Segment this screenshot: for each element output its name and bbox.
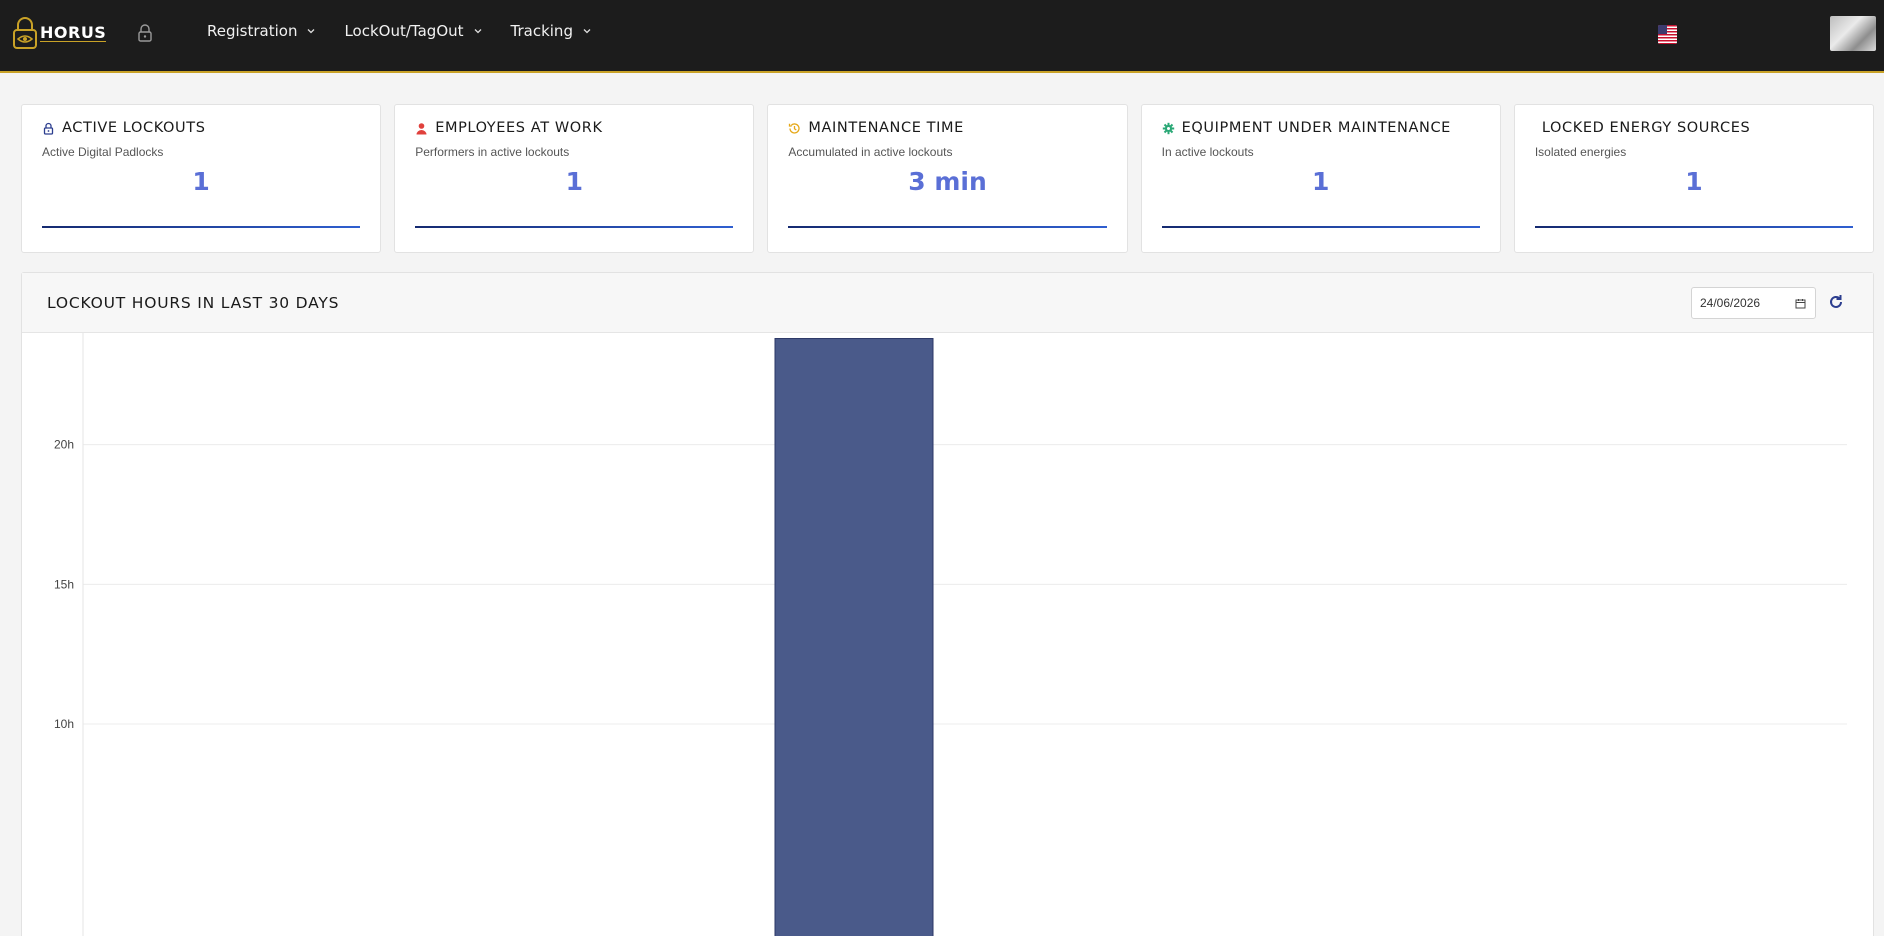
card-title: EMPLOYEES AT WORK — [435, 120, 603, 136]
card-underline — [415, 226, 734, 228]
lockout-hours-panel: LOCKOUT HOURS IN LAST 30 DAYS 24/06/2026… — [21, 272, 1874, 936]
main-nav: Registration LockOut/TagOut Tracking — [207, 22, 620, 40]
nav-lockout-tagout[interactable]: LockOut/TagOut — [344, 22, 482, 40]
us-flag-icon[interactable] — [1658, 25, 1677, 44]
card-title: MAINTENANCE TIME — [808, 120, 964, 136]
card-title: EQUIPMENT UNDER MAINTENANCE — [1181, 120, 1451, 136]
card-title: ACTIVE LOCKOUTS — [62, 120, 206, 136]
chart-bar[interactable] — [774, 338, 934, 936]
card-underline — [788, 226, 1107, 228]
card-value: 1 — [1685, 167, 1703, 196]
nav-tracking-label: Tracking — [510, 22, 573, 40]
card-subtitle: Isolated energies — [1534, 145, 1627, 159]
card-subtitle: Performers in active lockouts — [415, 145, 570, 159]
card-value: 1 — [1312, 167, 1330, 196]
card-value: 1 — [192, 167, 210, 196]
date-input-value: 24/06/2026 — [1700, 296, 1761, 310]
card-underline — [1534, 226, 1854, 228]
stat-cards: ACTIVE LOCKOUTS Active Digital Padlocks … — [21, 104, 1875, 253]
card-subtitle: Active Digital Padlocks — [42, 145, 164, 159]
user-icon — [416, 122, 427, 134]
card-subtitle: Accumulated in active lockouts — [788, 145, 953, 159]
card-underline — [42, 226, 361, 228]
nav-registration[interactable]: Registration — [207, 22, 316, 40]
card-subtitle: In active lockouts — [1161, 145, 1254, 159]
user-avatar[interactable] — [1830, 16, 1876, 51]
panel-header: LOCKOUT HOURS IN LAST 30 DAYS 24/06/2026 — [22, 273, 1873, 333]
card-value: 1 — [565, 167, 583, 196]
gear-icon — [1162, 122, 1174, 134]
card-title: LOCKED ENERGY SOURCES — [1541, 120, 1751, 136]
chevron-down-icon — [583, 29, 591, 34]
card-locked-energy-sources[interactable]: LOCKED ENERGY SOURCES Isolated energies … — [1513, 104, 1875, 253]
card-underline — [1161, 226, 1480, 228]
y-tick-label: 20h — [54, 438, 74, 452]
card-active-lockouts[interactable]: ACTIVE LOCKOUTS Active Digital Padlocks … — [21, 104, 382, 253]
card-employees-at-work[interactable]: EMPLOYEES AT WORK Performers in active l… — [394, 104, 755, 253]
refresh-icon[interactable] — [1827, 293, 1845, 311]
nav-registration-label: Registration — [207, 22, 298, 40]
date-input[interactable]: 24/06/2026 — [1691, 287, 1816, 319]
logo-text: HORUS — [40, 23, 107, 42]
lockout-hours-chart: 25h20h15h10h — [54, 333, 1847, 936]
chevron-down-icon — [474, 29, 481, 34]
clock-history-icon — [789, 122, 801, 134]
horus-logo[interactable]: HORUS — [12, 16, 107, 50]
panel-title: LOCKOUT HOURS IN LAST 30 DAYS — [47, 294, 340, 312]
card-value: 3 min — [908, 167, 987, 196]
chevron-down-icon — [308, 29, 315, 34]
y-tick-label: 10h — [54, 717, 74, 731]
card-maintenance-time[interactable]: MAINTENANCE TIME Accumulated in active l… — [767, 104, 1128, 253]
top-navbar: HORUS Registration LockOut/TagOut Tracki… — [0, 0, 1884, 73]
padlock-eye-logo-icon — [13, 17, 37, 49]
padlock-icon — [43, 122, 54, 135]
nav-lockout-tagout-label: LockOut/TagOut — [344, 22, 464, 40]
card-equipment-under-maintenance[interactable]: EQUIPMENT UNDER MAINTENANCE In active lo… — [1140, 104, 1501, 253]
calendar-icon[interactable] — [1795, 298, 1806, 309]
lock-icon[interactable] — [136, 23, 154, 43]
nav-tracking[interactable]: Tracking — [511, 22, 592, 40]
y-tick-label: 15h — [54, 577, 74, 591]
